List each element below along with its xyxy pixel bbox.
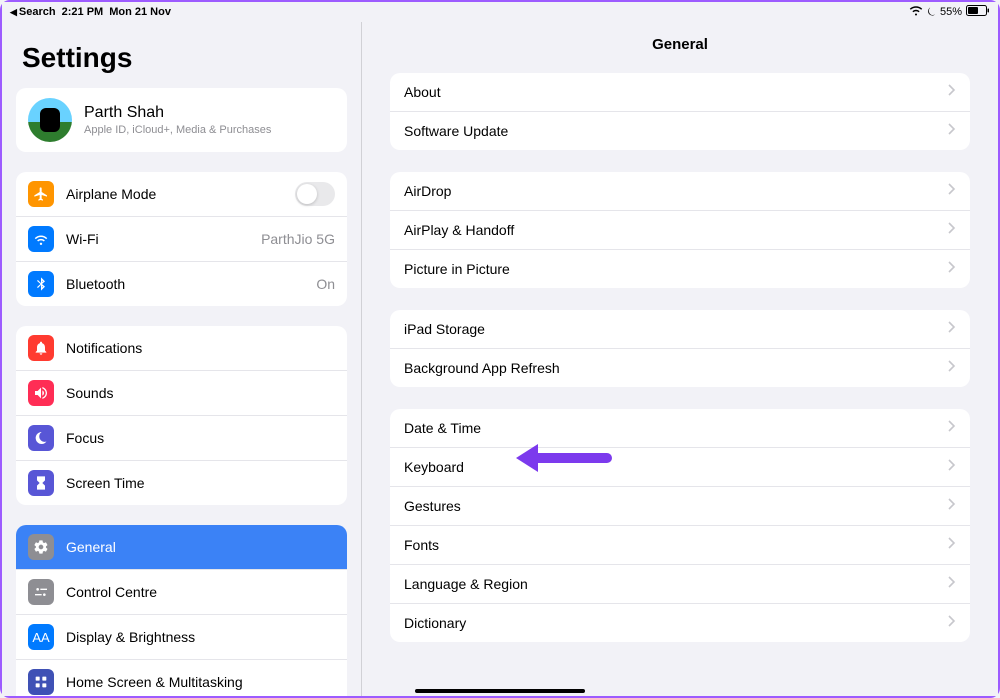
page-title: Settings [22,42,347,74]
chevron-right-icon [948,320,956,338]
airplane-label: Airplane Mode [66,186,156,202]
control-centre-icon [28,579,54,605]
bluetooth-label: Bluetooth [66,276,125,292]
sidebar-item-focus[interactable]: Focus [16,415,347,460]
wifi-settings-icon [28,226,54,252]
wifi-label: Wi-Fi [66,231,99,247]
homescreen-icon [28,669,54,695]
lock-icon: ⏾ [927,6,936,19]
detail-row-date-time[interactable]: Date & Time [390,409,970,447]
sidebar-item-homescreen[interactable]: Home Screen & Multitasking [16,659,347,696]
sidebar-item-display[interactable]: AA Display & Brightness [16,614,347,659]
sidebar-item-bluetooth[interactable]: Bluetooth On [16,261,347,306]
chevron-right-icon [948,497,956,515]
bluetooth-icon [28,271,54,297]
sidebar-item-general[interactable]: General [16,525,347,569]
detail-row-keyboard[interactable]: Keyboard [390,447,970,486]
sounds-icon [28,380,54,406]
attention-group: Notifications Sounds Focus Screen Time [16,326,347,505]
sounds-label: Sounds [66,385,113,401]
settings-sidebar[interactable]: Settings Parth Shah Apple ID, iCloud+, M… [2,22,362,696]
screentime-icon [28,470,54,496]
detail-pane[interactable]: General About Software Update AirDrop [362,22,998,696]
detail-row-software-update[interactable]: Software Update [390,111,970,150]
home-indicator[interactable] [415,689,585,693]
chevron-right-icon [948,221,956,239]
apple-id-row[interactable]: Parth Shah Apple ID, iCloud+, Media & Pu… [16,88,347,152]
system-group: General Control Centre AA Display & Brig… [16,525,347,696]
chevron-right-icon [948,614,956,632]
sidebar-item-screentime[interactable]: Screen Time [16,460,347,505]
chevron-right-icon [948,83,956,101]
battery-pct: 55% [940,6,962,18]
screentime-label: Screen Time [66,475,145,491]
detail-group-sharing: AirDrop AirPlay & Handoff Picture in Pic… [390,172,970,288]
focus-icon [28,425,54,451]
notifications-icon [28,335,54,361]
notifications-label: Notifications [66,340,142,356]
detail-row-airplay[interactable]: AirPlay & Handoff [390,210,970,249]
chevron-right-icon [948,260,956,278]
display-icon: AA [28,624,54,650]
detail-row-fonts[interactable]: Fonts [390,525,970,564]
status-time: 2:21 PM [62,6,104,18]
sidebar-item-notifications[interactable]: Notifications [16,326,347,370]
detail-group-storage: iPad Storage Background App Refresh [390,310,970,387]
status-date: Mon 21 Nov [109,6,171,18]
chevron-right-icon [948,458,956,476]
chevron-right-icon [948,359,956,377]
display-label: Display & Brightness [66,629,195,645]
gear-icon [28,534,54,560]
detail-row-storage[interactable]: iPad Storage [390,310,970,348]
detail-title: General [362,22,998,73]
detail-row-airdrop[interactable]: AirDrop [390,172,970,210]
chevron-right-icon [948,419,956,437]
airplane-toggle[interactable] [295,182,335,206]
sidebar-item-wifi[interactable]: Wi-Fi ParthJio 5G [16,216,347,261]
airplane-icon [28,181,54,207]
status-back-to-app[interactable]: Search [10,6,56,18]
sidebar-item-airplane[interactable]: Airplane Mode [16,172,347,216]
control-centre-label: Control Centre [66,584,157,600]
avatar [28,98,72,142]
wifi-icon [909,6,923,19]
detail-group-about: About Software Update [390,73,970,150]
sidebar-item-control-centre[interactable]: Control Centre [16,569,347,614]
wifi-value: ParthJio 5G [261,231,335,247]
chevron-right-icon [948,536,956,554]
profile-name: Parth Shah [84,104,271,122]
detail-row-gestures[interactable]: Gestures [390,486,970,525]
chevron-right-icon [948,182,956,200]
detail-row-about[interactable]: About [390,73,970,111]
detail-row-language[interactable]: Language & Region [390,564,970,603]
profile-group: Parth Shah Apple ID, iCloud+, Media & Pu… [16,88,347,152]
battery-icon [966,5,990,19]
detail-row-bg-refresh[interactable]: Background App Refresh [390,348,970,387]
general-label: General [66,539,116,555]
detail-group-input: Date & Time Keyboard Gestures Fonts Lang… [390,409,970,642]
profile-subtitle: Apple ID, iCloud+, Media & Purchases [84,124,271,136]
chevron-right-icon [948,122,956,140]
bluetooth-value: On [316,276,335,292]
detail-row-dictionary[interactable]: Dictionary [390,603,970,642]
focus-label: Focus [66,430,104,446]
connectivity-group: Airplane Mode Wi-Fi ParthJio 5G Bluetoot… [16,172,347,306]
sidebar-item-sounds[interactable]: Sounds [16,370,347,415]
status-bar: Search 2:21 PM Mon 21 Nov ⏾ 55% [2,2,998,22]
chevron-right-icon [948,575,956,593]
homescreen-label: Home Screen & Multitasking [66,674,243,690]
detail-row-pip[interactable]: Picture in Picture [390,249,970,288]
